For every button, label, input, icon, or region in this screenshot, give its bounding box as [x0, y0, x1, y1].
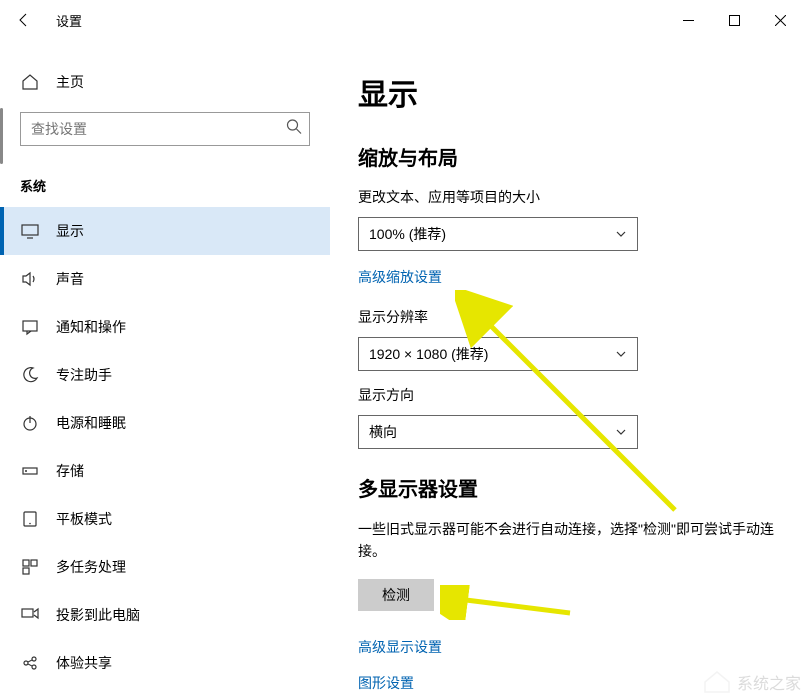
power-icon	[20, 414, 40, 432]
scale-value: 100% (推荐)	[369, 224, 446, 244]
sidebar-item-share[interactable]: 体验共享	[0, 639, 330, 687]
nav-label: 专注助手	[56, 365, 112, 385]
close-button[interactable]	[757, 4, 803, 36]
home-icon	[20, 73, 40, 91]
nav-label: 体验共享	[56, 653, 112, 673]
sidebar-home[interactable]: 主页	[0, 64, 330, 100]
multi-display-description: 一些旧式显示器可能不会进行自动连接，选择"检测"即可尝试手动连接。	[358, 518, 779, 563]
nav-label: 声音	[56, 269, 84, 289]
sidebar-item-sound[interactable]: 声音	[0, 255, 330, 303]
watermark: 系统之家	[703, 670, 801, 694]
sidebar-home-label: 主页	[56, 72, 84, 92]
orientation-dropdown[interactable]: 横向	[358, 415, 638, 449]
sidebar-scrollbar[interactable]	[0, 108, 3, 164]
moon-icon	[20, 366, 40, 384]
nav-label: 多任务处理	[56, 557, 126, 577]
sidebar: 主页 系统 显示 声音 通知和操作 专注助手 电源和	[0, 40, 330, 700]
search-icon	[286, 119, 302, 140]
back-button[interactable]	[4, 0, 44, 40]
advanced-display-link[interactable]: 高级显示设置	[358, 637, 442, 657]
page-title: 显示	[358, 70, 779, 114]
nav-label: 电源和睡眠	[56, 413, 126, 433]
arrow-left-icon	[16, 12, 32, 28]
sidebar-item-power[interactable]: 电源和睡眠	[0, 399, 330, 447]
orientation-value: 横向	[369, 422, 397, 442]
section-multi-title: 多显示器设置	[358, 473, 779, 502]
sidebar-item-multitask[interactable]: 多任务处理	[0, 543, 330, 591]
minimize-button[interactable]	[665, 4, 711, 36]
chevron-down-icon	[615, 348, 627, 360]
tablet-icon	[20, 510, 40, 528]
multitask-icon	[20, 558, 40, 576]
scale-dropdown[interactable]: 100% (推荐)	[358, 217, 638, 251]
sidebar-item-storage[interactable]: 存储	[0, 447, 330, 495]
monitor-icon	[20, 222, 40, 240]
sidebar-item-display[interactable]: 显示	[0, 207, 330, 255]
close-icon	[775, 15, 786, 26]
chevron-down-icon	[615, 426, 627, 438]
search-input[interactable]	[20, 112, 310, 146]
resolution-label: 显示分辨率	[358, 307, 779, 327]
orientation-label: 显示方向	[358, 385, 779, 405]
nav-label: 存储	[56, 461, 84, 481]
section-scale-title: 缩放与布局	[358, 142, 779, 171]
storage-icon	[20, 462, 40, 480]
notification-icon	[20, 318, 40, 336]
minimize-icon	[683, 15, 694, 26]
resolution-value: 1920 × 1080 (推荐)	[369, 344, 488, 364]
share-icon	[20, 654, 40, 672]
resolution-dropdown[interactable]: 1920 × 1080 (推荐)	[358, 337, 638, 371]
content-area: 显示 缩放与布局 更改文本、应用等项目的大小 100% (推荐) 高级缩放设置 …	[330, 40, 807, 700]
advanced-scale-link[interactable]: 高级缩放设置	[358, 267, 442, 287]
sidebar-item-project[interactable]: 投影到此电脑	[0, 591, 330, 639]
nav-label: 显示	[56, 221, 84, 241]
sound-icon	[20, 270, 40, 288]
sidebar-item-tablet[interactable]: 平板模式	[0, 495, 330, 543]
nav-label: 平板模式	[56, 509, 112, 529]
house-icon	[703, 670, 731, 694]
nav-label: 投影到此电脑	[56, 605, 140, 625]
detect-button[interactable]: 检测	[358, 579, 434, 611]
sidebar-section-label: 系统	[0, 166, 330, 207]
nav-label: 通知和操作	[56, 317, 126, 337]
project-icon	[20, 606, 40, 624]
maximize-button[interactable]	[711, 4, 757, 36]
scale-label: 更改文本、应用等项目的大小	[358, 187, 779, 207]
window-controls	[665, 4, 803, 36]
maximize-icon	[729, 15, 740, 26]
search-wrap	[20, 112, 310, 146]
sidebar-item-focus-assist[interactable]: 专注助手	[0, 351, 330, 399]
watermark-text: 系统之家	[737, 670, 801, 694]
graphics-settings-link[interactable]: 图形设置	[358, 673, 414, 693]
chevron-down-icon	[615, 228, 627, 240]
titlebar: 设置	[0, 0, 807, 40]
window-title: 设置	[56, 11, 82, 30]
sidebar-item-notifications[interactable]: 通知和操作	[0, 303, 330, 351]
